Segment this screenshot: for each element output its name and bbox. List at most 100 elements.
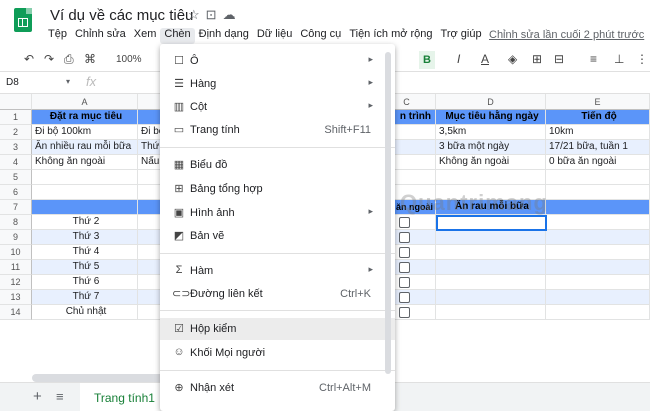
menu-item-pivot-table[interactable]: ⊞ Bảng tổng hợp	[160, 178, 395, 200]
sheets-logo[interactable]	[14, 8, 32, 32]
menu-item-image[interactable]: ▣ Hình ảnh ▸	[160, 202, 395, 224]
zoom-select[interactable]: 100%	[116, 54, 142, 65]
merge-cells-icon[interactable]: ⊟	[554, 52, 564, 66]
cell-d10[interactable]	[436, 245, 546, 260]
menu-item-function[interactable]: Σ Hàm ▸	[160, 260, 395, 282]
menu-item-sheet[interactable]: ▭ Trang tính Shift+F11	[160, 119, 395, 141]
checkbox[interactable]	[399, 232, 410, 243]
row-header[interactable]: 8	[0, 215, 32, 230]
cell-a4[interactable]: Không ăn ngoài	[32, 155, 138, 170]
star-icon[interactable]: ☆	[188, 7, 206, 22]
cell-a10[interactable]: Thứ 4	[32, 245, 138, 260]
menu-item-row[interactable]: ☰ Hàng ▸	[160, 73, 395, 95]
italic-button[interactable]: I	[457, 52, 460, 66]
row-header[interactable]: 3	[0, 140, 32, 155]
menu-item-link[interactable]: ⊂⊃ Đường liên kết Ctrl+K	[160, 283, 395, 305]
cell-e9[interactable]	[546, 230, 650, 245]
document-title[interactable]: Ví dụ về các mục tiêu	[50, 7, 193, 24]
menu-tools[interactable]: Công cụ	[296, 28, 345, 44]
menu-item-checkbox[interactable]: ☑ Hộp kiểm	[160, 318, 395, 340]
menu-file[interactable]: Tệp	[44, 28, 71, 44]
undo-icon[interactable]: ↶	[24, 52, 34, 66]
cell-e1[interactable]: Tiến độ	[546, 110, 650, 125]
cell-e11[interactable]	[546, 260, 650, 275]
cell-a5[interactable]	[32, 170, 138, 185]
cell-d14[interactable]	[436, 305, 546, 320]
cell-d9[interactable]	[436, 230, 546, 245]
cell-e12[interactable]	[546, 275, 650, 290]
move-folder-icon[interactable]: ⊡	[206, 7, 223, 22]
row-header[interactable]: 10	[0, 245, 32, 260]
checkbox[interactable]	[399, 307, 410, 318]
menu-item-chart[interactable]: ▦ Biểu đồ	[160, 154, 395, 176]
cell-d1[interactable]: Mục tiêu hằng ngày	[436, 110, 546, 125]
text-color-button[interactable]: A	[481, 52, 489, 66]
menu-insert[interactable]: Chèn	[160, 28, 195, 44]
cell-a14[interactable]: Chủ nhật	[32, 305, 138, 320]
cell-a11[interactable]: Thứ 5	[32, 260, 138, 275]
cell-e14[interactable]	[546, 305, 650, 320]
selected-cell-d8[interactable]	[436, 215, 547, 231]
cloud-status-icon[interactable]: ☁	[223, 7, 242, 22]
paint-format-icon[interactable]: ⌘	[84, 52, 96, 66]
menu-view[interactable]: Xem	[130, 28, 161, 44]
cell-e4[interactable]: 0 bữa ăn ngoài	[546, 155, 650, 170]
cell-a8[interactable]: Thứ 2	[32, 215, 138, 230]
cell-d12[interactable]	[436, 275, 546, 290]
cell-a3[interactable]: Ăn nhiều rau mỗi bữa	[32, 140, 138, 155]
row-header[interactable]: 14	[0, 305, 32, 320]
checkbox[interactable]	[399, 247, 410, 258]
menu-edit[interactable]: Chỉnh sửa	[71, 28, 130, 44]
row-header[interactable]: 7	[0, 200, 32, 215]
cell-e7[interactable]	[546, 200, 650, 215]
redo-icon[interactable]: ↷	[44, 52, 54, 66]
more-icon[interactable]: ⋮	[636, 52, 648, 66]
menu-help[interactable]: Trợ giúp	[437, 28, 486, 44]
cell-a6[interactable]	[32, 185, 138, 200]
borders-icon[interactable]: ⊞	[532, 52, 542, 66]
cell-d13[interactable]	[436, 290, 546, 305]
menu-item-cell[interactable]: ☐ Ô ▸	[160, 50, 395, 72]
all-sheets-icon[interactable]: ≡	[56, 389, 64, 404]
cell-e10[interactable]	[546, 245, 650, 260]
cell-a12[interactable]: Thứ 6	[32, 275, 138, 290]
bold-button[interactable]: B	[419, 51, 435, 69]
cell-e8[interactable]	[546, 215, 650, 230]
menu-item-drawing[interactable]: ◩ Bản vẽ	[160, 225, 395, 247]
sheet-tab[interactable]: Trang tính1 ▾	[80, 383, 172, 411]
row-header[interactable]: 1	[0, 110, 32, 125]
column-header-a[interactable]: A	[32, 94, 138, 110]
checkbox[interactable]	[399, 277, 410, 288]
menu-item-column[interactable]: ▥ Cột ▸	[160, 96, 395, 118]
cell-e5[interactable]	[546, 170, 650, 185]
menu-item-people-chip[interactable]: ☺ Khối Mọi người	[160, 342, 395, 364]
row-header[interactable]: 6	[0, 185, 32, 200]
row-header[interactable]: 5	[0, 170, 32, 185]
print-icon[interactable]: ⎙	[64, 52, 74, 67]
column-header-e[interactable]: E	[546, 94, 650, 110]
menu-item-comment[interactable]: ⊕ Nhận xét Ctrl+Alt+M	[160, 377, 395, 399]
checkbox[interactable]	[399, 217, 410, 228]
name-box[interactable]: D8	[6, 77, 19, 88]
cell-d3[interactable]: 3 bữa một ngày	[436, 140, 546, 155]
row-header[interactable]: 4	[0, 155, 32, 170]
row-header[interactable]: 13	[0, 290, 32, 305]
menu-format[interactable]: Định dạng	[195, 28, 253, 44]
menu-scrollbar[interactable]	[385, 52, 391, 374]
cell-d11[interactable]	[436, 260, 546, 275]
cell-a7[interactable]	[32, 200, 138, 215]
menu-data[interactable]: Dữ liệu	[253, 28, 297, 44]
cell-e2[interactable]: 10km	[546, 125, 650, 140]
cell-e3[interactable]: 17/21 bữa, tuần 1	[546, 140, 650, 155]
cell-a13[interactable]: Thứ 7	[32, 290, 138, 305]
fill-color-icon[interactable]: ◈	[508, 52, 517, 66]
cell-e13[interactable]	[546, 290, 650, 305]
add-sheet-icon[interactable]: +	[33, 388, 42, 405]
column-header-d[interactable]: D	[436, 94, 546, 110]
select-all-corner[interactable]	[0, 94, 32, 110]
cell-d4[interactable]: Không ăn ngoài	[436, 155, 546, 170]
last-edit-link[interactable]: Chỉnh sửa lần cuối 2 phút trước	[489, 29, 644, 41]
cell-a1[interactable]: Đặt ra mục tiêu	[32, 110, 138, 125]
row-header[interactable]: 9	[0, 230, 32, 245]
row-header[interactable]: 12	[0, 275, 32, 290]
